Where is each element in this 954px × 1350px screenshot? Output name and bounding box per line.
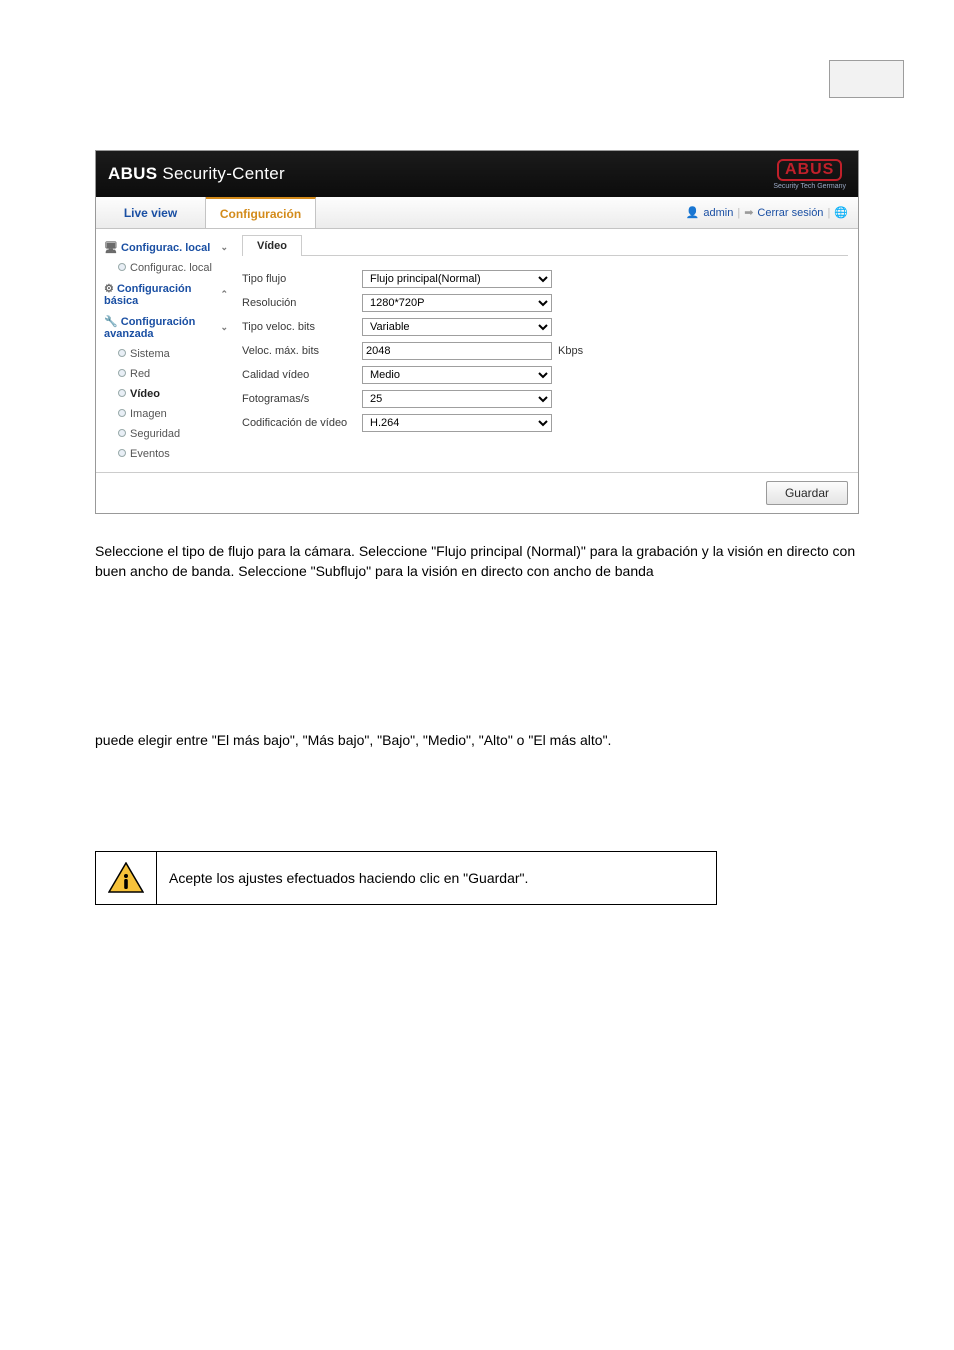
logo-tagline: Security Tech Germany bbox=[773, 183, 846, 190]
sidebar-item-seguridad[interactable]: Seguridad bbox=[100, 424, 232, 444]
select-fps[interactable]: 25 bbox=[362, 390, 552, 408]
monitor-icon: 🖥 bbox=[104, 242, 118, 254]
bullet-icon bbox=[118, 449, 126, 457]
separator: | bbox=[737, 207, 740, 219]
bullet-icon bbox=[118, 369, 126, 377]
field-label: Resolución bbox=[242, 297, 362, 309]
sidebar-item-label: Vídeo bbox=[130, 388, 160, 400]
logout-icon: ➡ bbox=[744, 206, 753, 219]
page-number-box bbox=[829, 60, 904, 98]
field-label: Fotogramas/s bbox=[242, 393, 362, 405]
globe-icon[interactable]: 🌐 bbox=[834, 206, 848, 219]
top-tabs: Live view Configuración 👤 admin | ➡ Cerr… bbox=[96, 197, 858, 229]
field-label: Tipo veloc. bits bbox=[242, 321, 362, 333]
user-area: 👤 admin | ➡ Cerrar sesión | 🌐 bbox=[686, 206, 858, 219]
sidebar-group-local-config[interactable]: 🖥 Configurac. local ⌄ bbox=[100, 237, 232, 258]
field-label: Codificación de vídeo bbox=[242, 417, 362, 429]
wrench-icon: 🔧 bbox=[104, 316, 118, 328]
row-codec: Codificación de vídeo H.264 bbox=[242, 414, 848, 432]
sidebar-item-red[interactable]: Red bbox=[100, 364, 232, 384]
sidebar-item-label: Imagen bbox=[130, 408, 167, 420]
row-veloc-max: Veloc. máx. bits Kbps bbox=[242, 342, 848, 360]
warning-info-icon bbox=[108, 862, 144, 894]
row-fps: Fotogramas/s 25 bbox=[242, 390, 848, 408]
bullet-icon bbox=[118, 409, 126, 417]
row-calidad: Calidad vídeo Medio bbox=[242, 366, 848, 384]
sidebar: 🖥 Configurac. local ⌄ Configurac. local … bbox=[96, 229, 236, 472]
chevron-down-icon: ⌄ bbox=[220, 242, 228, 253]
field-label: Veloc. máx. bits bbox=[242, 345, 362, 357]
app-window: ABUS Security-Center ABUS Security Tech … bbox=[95, 150, 859, 514]
separator: | bbox=[827, 207, 830, 219]
info-text: Acepte los ajustes efectuados haciendo c… bbox=[157, 851, 717, 904]
bullet-icon bbox=[118, 389, 126, 397]
select-calidad[interactable]: Medio bbox=[362, 366, 552, 384]
bullet-icon bbox=[118, 263, 126, 271]
main-panel: Vídeo Tipo flujo Flujo principal(Normal)… bbox=[236, 229, 858, 472]
sidebar-item-label: Configurac. local bbox=[130, 262, 212, 274]
chevron-up-icon: ⌃ bbox=[220, 289, 228, 300]
sidebar-item-label: Red bbox=[130, 368, 150, 380]
select-tipo-veloc[interactable]: Variable bbox=[362, 318, 552, 336]
info-icon-cell bbox=[96, 851, 157, 904]
input-veloc-max[interactable] bbox=[362, 342, 552, 360]
sidebar-group-advanced-config[interactable]: 🔧 Configuración avanzada ⌄ bbox=[100, 311, 232, 344]
tab-configuration[interactable]: Configuración bbox=[206, 197, 316, 228]
field-label: Tipo flujo bbox=[242, 273, 362, 285]
unit-label: Kbps bbox=[558, 345, 583, 357]
sidebar-label: Configurac. local bbox=[121, 242, 210, 254]
chevron-down-icon: ⌄ bbox=[220, 322, 228, 333]
sidebar-item-label: Seguridad bbox=[130, 428, 180, 440]
panel-body: Tipo flujo Flujo principal(Normal) Resol… bbox=[242, 255, 848, 432]
brand-rest: Security-Center bbox=[162, 164, 285, 183]
sidebar-item-imagen[interactable]: Imagen bbox=[100, 404, 232, 424]
app-title: ABUS Security-Center bbox=[108, 164, 285, 184]
brand-main: ABUS bbox=[108, 164, 157, 183]
user-name: admin bbox=[703, 207, 733, 219]
sidebar-item-sistema[interactable]: Sistema bbox=[100, 344, 232, 364]
sidebar-label: Configuración básica bbox=[104, 283, 192, 307]
bullet-icon bbox=[118, 349, 126, 357]
inner-tab-video[interactable]: Vídeo bbox=[242, 235, 302, 256]
tab-live-view[interactable]: Live view bbox=[96, 197, 206, 228]
paragraph-2: puede elegir entre "El más bajo", "Más b… bbox=[95, 731, 859, 751]
select-tipo-flujo[interactable]: Flujo principal(Normal) bbox=[362, 270, 552, 288]
bottom-bar: Guardar bbox=[96, 472, 858, 513]
row-tipo-flujo: Tipo flujo Flujo principal(Normal) bbox=[242, 270, 848, 288]
sidebar-item-label: Sistema bbox=[130, 348, 170, 360]
app-header: ABUS Security-Center ABUS Security Tech … bbox=[96, 151, 858, 197]
bullet-icon bbox=[118, 429, 126, 437]
select-resolucion[interactable]: 1280*720P bbox=[362, 294, 552, 312]
logout-link[interactable]: Cerrar sesión bbox=[757, 207, 823, 219]
sidebar-item-local-config[interactable]: Configurac. local bbox=[100, 258, 232, 278]
field-label: Calidad vídeo bbox=[242, 369, 362, 381]
brand-logo: ABUS Security Tech Germany bbox=[773, 159, 846, 190]
sidebar-group-basic-config[interactable]: ⚙ Configuración básica ⌃ bbox=[100, 278, 232, 311]
select-codec[interactable]: H.264 bbox=[362, 414, 552, 432]
sidebar-label: Configuración avanzada bbox=[104, 316, 195, 340]
row-resolucion: Resolución 1280*720P bbox=[242, 294, 848, 312]
logo-text: ABUS bbox=[777, 159, 842, 181]
save-button[interactable]: Guardar bbox=[766, 481, 848, 505]
info-note: Acepte los ajustes efectuados haciendo c… bbox=[95, 851, 717, 905]
user-icon: 👤 bbox=[686, 206, 700, 219]
gear-icon: ⚙ bbox=[104, 283, 114, 295]
sidebar-item-label: Eventos bbox=[130, 448, 170, 460]
row-tipo-veloc: Tipo veloc. bits Variable bbox=[242, 318, 848, 336]
paragraph-1: Seleccione el tipo de flujo para la cáma… bbox=[95, 542, 859, 581]
sidebar-item-eventos[interactable]: Eventos bbox=[100, 444, 232, 464]
sidebar-item-video[interactable]: Vídeo bbox=[100, 384, 232, 404]
